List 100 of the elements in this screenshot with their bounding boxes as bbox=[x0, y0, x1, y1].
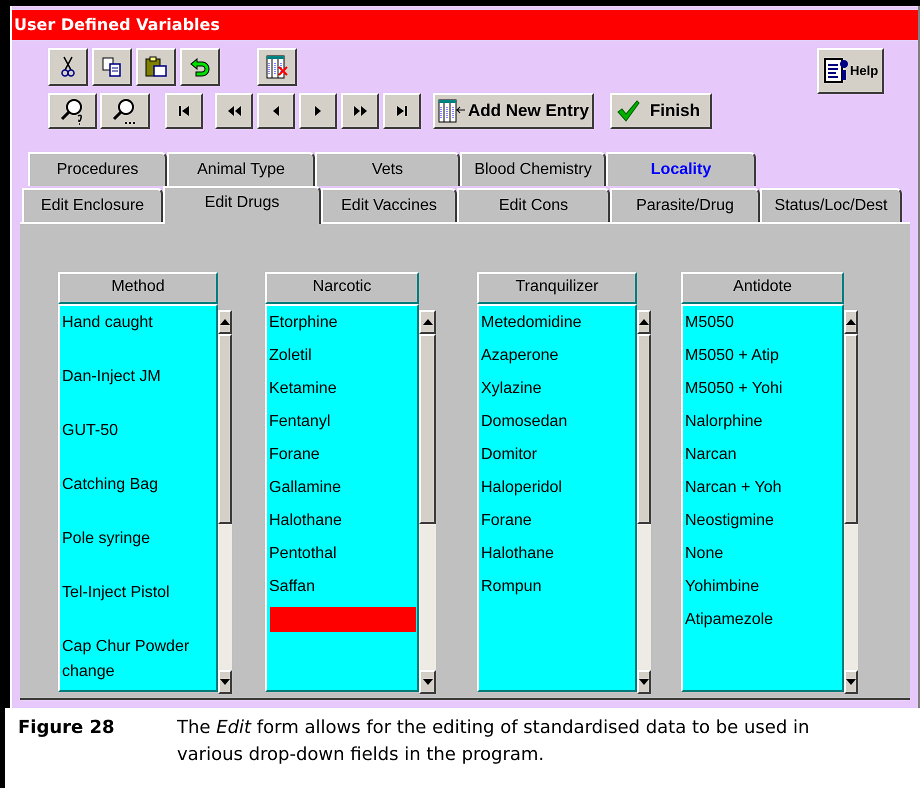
tab[interactable]: Parasite/Drug bbox=[610, 188, 760, 222]
previous-record-button[interactable] bbox=[257, 93, 295, 129]
scrollbar[interactable] bbox=[844, 310, 858, 694]
undo-button[interactable] bbox=[180, 48, 220, 86]
list-item[interactable]: GUT-50 bbox=[62, 418, 216, 472]
find-more-button[interactable] bbox=[100, 93, 150, 129]
delete-table-button[interactable] bbox=[257, 48, 297, 86]
list-item[interactable]: Yohimbine bbox=[685, 574, 842, 607]
list-item[interactable]: Pole syringe bbox=[62, 526, 216, 580]
list-item[interactable]: Halothane bbox=[269, 508, 417, 541]
double-right-icon bbox=[354, 106, 366, 116]
find-help-button[interactable] bbox=[48, 93, 97, 129]
list-item[interactable]: Azaperone bbox=[481, 343, 635, 376]
tab[interactable]: Edit Enclosure bbox=[22, 188, 163, 222]
last-record-button[interactable] bbox=[383, 93, 421, 129]
list-item[interactable]: Narcan bbox=[685, 442, 842, 475]
tab[interactable]: Edit Cons bbox=[457, 188, 610, 222]
list-item[interactable]: Zoletil bbox=[269, 343, 417, 376]
down-arrow-icon bbox=[422, 679, 432, 685]
next-page-button[interactable] bbox=[341, 93, 379, 129]
scissors-icon bbox=[61, 56, 75, 78]
column-header: Narcotic bbox=[265, 272, 419, 304]
triangle-left-icon bbox=[273, 106, 279, 116]
list-item[interactable]: Domitor bbox=[481, 442, 635, 475]
tab[interactable]: Animal Type bbox=[167, 152, 315, 186]
scrollbar[interactable] bbox=[637, 310, 651, 694]
list-item[interactable]: Forane bbox=[269, 442, 417, 475]
scrollbar[interactable] bbox=[419, 310, 436, 694]
scroll-up-button[interactable] bbox=[218, 310, 232, 334]
scroll-down-button[interactable] bbox=[218, 670, 232, 694]
tab[interactable]: Edit Vaccines bbox=[321, 188, 457, 222]
column-header: Antidote bbox=[681, 272, 844, 304]
triangle-right-icon bbox=[315, 106, 321, 116]
scrollbar[interactable] bbox=[218, 310, 232, 694]
scroll-thumb[interactable] bbox=[218, 334, 232, 524]
tab[interactable]: Edit Drugs bbox=[163, 186, 321, 224]
scroll-up-button[interactable] bbox=[844, 310, 858, 334]
copy-button[interactable] bbox=[92, 48, 132, 86]
down-arrow-icon bbox=[220, 679, 230, 685]
paste-button[interactable] bbox=[136, 48, 176, 86]
scroll-down-button[interactable] bbox=[637, 670, 651, 694]
list-item[interactable]: Gallamine bbox=[269, 475, 417, 508]
tab[interactable]: Status/Loc/Dest bbox=[760, 188, 902, 222]
clipboard-icon bbox=[145, 56, 167, 78]
list-item[interactable]: Halothane bbox=[481, 541, 635, 574]
down-arrow-icon bbox=[846, 679, 856, 685]
list-item[interactable]: None bbox=[685, 541, 842, 574]
list-item[interactable]: Neostigmine bbox=[685, 508, 842, 541]
list-item[interactable]: Haloperidol bbox=[481, 475, 635, 508]
scroll-thumb[interactable] bbox=[419, 334, 436, 524]
list-item[interactable]: Etorphine bbox=[269, 310, 417, 343]
list-item[interactable]: Fentanyl bbox=[269, 409, 417, 442]
list-item[interactable]: Cap Chur Powder change bbox=[62, 634, 216, 688]
list-item[interactable]: Rompun bbox=[481, 574, 635, 607]
list-item[interactable]: Hand caught bbox=[62, 310, 216, 364]
previous-page-button[interactable] bbox=[215, 93, 253, 129]
list-item[interactable]: Atipamezole bbox=[685, 607, 842, 640]
finish-button[interactable]: Finish bbox=[610, 93, 712, 129]
tab[interactable]: Vets bbox=[315, 152, 460, 186]
first-record-button[interactable] bbox=[165, 93, 203, 129]
tab[interactable]: Locality bbox=[606, 152, 756, 186]
list-item[interactable]: Nalorphine bbox=[685, 409, 842, 442]
column-header: Tranquilizer bbox=[477, 272, 637, 304]
tab[interactable]: Procedures bbox=[28, 152, 167, 186]
up-arrow-icon bbox=[422, 319, 432, 325]
scroll-thumb[interactable] bbox=[844, 334, 858, 524]
up-arrow-icon bbox=[846, 319, 856, 325]
table-delete-icon bbox=[266, 55, 288, 79]
column-header: Method bbox=[58, 272, 218, 304]
list-item[interactable]: Domosedan bbox=[481, 409, 635, 442]
next-record-button[interactable] bbox=[299, 93, 337, 129]
checkmark-icon bbox=[616, 99, 640, 123]
list-item[interactable]: M5050 + Yohi bbox=[685, 376, 842, 409]
cut-button[interactable] bbox=[48, 48, 88, 86]
copy-icon bbox=[102, 57, 122, 77]
help-document-icon bbox=[823, 57, 849, 85]
scroll-thumb[interactable] bbox=[637, 334, 651, 524]
scroll-down-button[interactable] bbox=[844, 670, 858, 694]
scroll-up-button[interactable] bbox=[637, 310, 651, 334]
list-item[interactable]: Metedomidine bbox=[481, 310, 635, 343]
tab[interactable]: Blood Chemistry bbox=[460, 152, 606, 186]
list-item[interactable]: M5050 + Atip bbox=[685, 343, 842, 376]
list-item[interactable]: M5050 bbox=[685, 310, 842, 343]
help-button[interactable]: Help bbox=[817, 48, 884, 94]
list-item[interactable]: Pentothal bbox=[269, 541, 417, 574]
list-item[interactable]: Xylazine bbox=[481, 376, 635, 409]
add-entry-button[interactable]: Add New Entry bbox=[433, 93, 594, 129]
scroll-up-button[interactable] bbox=[419, 310, 436, 334]
list-item[interactable]: Catching Bag bbox=[62, 472, 216, 526]
list-item[interactable]: Narcan + Yoh bbox=[685, 475, 842, 508]
list-item[interactable]: Tel-Inject Pistol bbox=[62, 580, 216, 634]
list-item[interactable]: Saffan bbox=[269, 574, 417, 607]
scroll-down-button[interactable] bbox=[419, 670, 436, 694]
up-arrow-icon bbox=[639, 319, 649, 325]
list-item[interactable]: Forane bbox=[481, 508, 635, 541]
list-item[interactable]: Dan-Inject JM bbox=[62, 364, 216, 418]
list-item[interactable]: Ketamine bbox=[269, 376, 417, 409]
undo-arrow-icon bbox=[189, 56, 211, 78]
down-arrow-icon bbox=[639, 679, 649, 685]
figure-caption: The Edit form allows for the editing of standardised data to be used in various drop-down fields in the program. bbox=[177, 716, 810, 767]
